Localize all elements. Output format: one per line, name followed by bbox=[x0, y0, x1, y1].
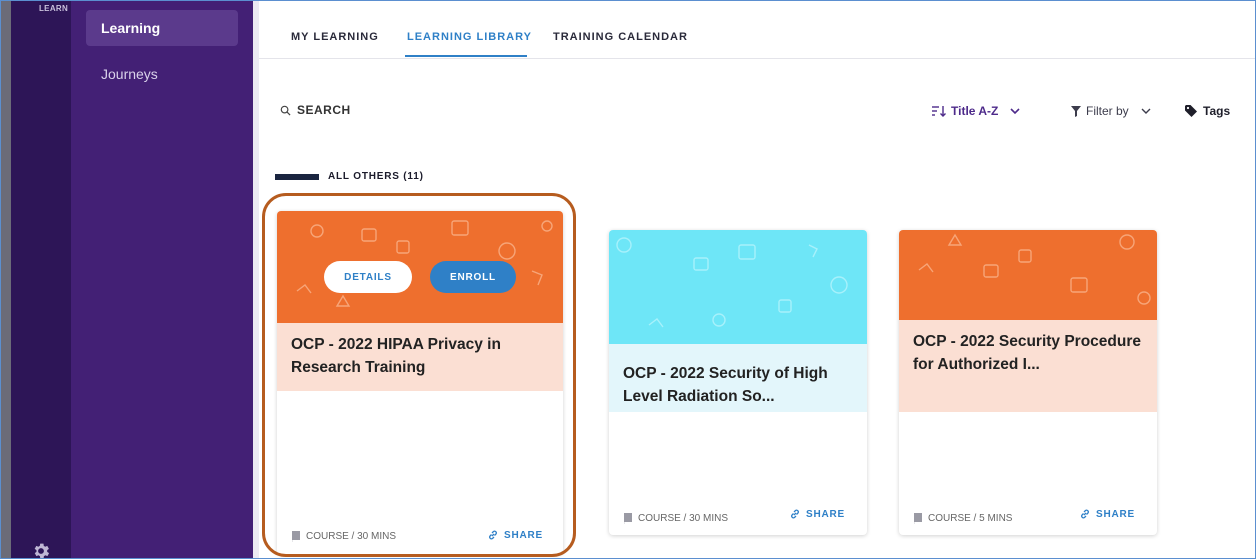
filter-dropdown[interactable]: Filter by bbox=[1071, 104, 1152, 118]
tag-icon bbox=[1185, 105, 1197, 117]
link-icon bbox=[1081, 509, 1089, 519]
section-title: ALL OTHERS (11) bbox=[328, 171, 424, 182]
card-meta-text: COURSE / 30 MINS bbox=[306, 531, 397, 542]
card-banner: DETAILS ENROLL bbox=[277, 211, 563, 323]
search-button[interactable]: SEARCH bbox=[280, 103, 351, 117]
book-icon bbox=[914, 513, 922, 524]
section-marker bbox=[275, 174, 319, 180]
tags-button[interactable]: Tags bbox=[1185, 104, 1230, 118]
app-window: LEARN Learning Journeys MY LEARNING LEAR… bbox=[0, 0, 1256, 559]
sort-dropdown[interactable]: Title A-Z bbox=[932, 104, 1021, 118]
share-label: SHARE bbox=[504, 529, 544, 541]
course-card[interactable]: OCP - 2022 Security of High Level Radiat… bbox=[609, 230, 867, 535]
sidebar-item-learning[interactable]: Learning bbox=[86, 10, 238, 46]
left-edge-strip bbox=[1, 1, 11, 558]
tags-label: Tags bbox=[1203, 104, 1231, 118]
card-banner bbox=[899, 230, 1157, 320]
card-banner bbox=[609, 230, 867, 344]
share-link[interactable]: SHARE bbox=[789, 508, 845, 520]
card-meta: COURSE / 30 MINS bbox=[291, 531, 396, 542]
book-icon bbox=[624, 513, 632, 524]
card-meta-text: COURSE / 30 MINS bbox=[638, 513, 729, 524]
tab-learning-library[interactable]: LEARNING LIBRARY bbox=[407, 31, 532, 43]
share-link[interactable]: SHARE bbox=[487, 529, 543, 541]
link-icon bbox=[791, 509, 799, 519]
sidebar-item-journeys[interactable]: Journeys bbox=[86, 56, 238, 92]
tab-bar: MY LEARNING LEARNING LIBRARY TRAINING CA… bbox=[259, 1, 1255, 59]
sort-icon bbox=[932, 106, 946, 117]
filter-label: Filter by bbox=[1086, 104, 1129, 118]
chevron-down-icon bbox=[1141, 108, 1151, 114]
doodle-pattern bbox=[296, 220, 553, 307]
course-card[interactable]: DETAILS ENROLL OCP - 2022 HIPAA Privacy … bbox=[277, 211, 563, 554]
doodle-pattern bbox=[616, 237, 848, 328]
gear-icon[interactable] bbox=[31, 541, 51, 559]
filter-icon bbox=[1071, 105, 1081, 117]
card-meta: COURSE / 5 MINS bbox=[913, 513, 1012, 524]
share-label: SHARE bbox=[1096, 508, 1136, 520]
logo: LEARN bbox=[39, 4, 69, 13]
active-tab-indicator bbox=[405, 55, 527, 57]
card-title: OCP - 2022 Security of High Level Radiat… bbox=[609, 344, 867, 412]
search-label: SEARCH bbox=[297, 103, 351, 117]
search-icon bbox=[280, 105, 291, 116]
sidebar: Learning Journeys bbox=[71, 1, 253, 558]
doodle-pattern bbox=[918, 233, 1151, 305]
details-button[interactable]: DETAILS bbox=[324, 261, 412, 293]
enroll-button[interactable]: ENROLL bbox=[430, 261, 516, 293]
sort-label: Title A-Z bbox=[951, 104, 999, 118]
link-icon bbox=[489, 530, 497, 540]
course-card[interactable]: OCP - 2022 Security Procedure for Author… bbox=[899, 230, 1157, 535]
card-meta: COURSE / 30 MINS bbox=[623, 513, 728, 524]
share-link[interactable]: SHARE bbox=[1079, 508, 1135, 520]
tab-training-calendar[interactable]: TRAINING CALENDAR bbox=[553, 31, 688, 43]
tab-my-learning[interactable]: MY LEARNING bbox=[291, 31, 379, 43]
card-title: OCP - 2022 HIPAA Privacy in Research Tra… bbox=[277, 323, 563, 391]
share-label: SHARE bbox=[806, 508, 846, 520]
icon-rail: LEARN bbox=[11, 1, 71, 559]
card-title: OCP - 2022 Security Procedure for Author… bbox=[899, 320, 1157, 412]
chevron-down-icon bbox=[1010, 108, 1020, 115]
book-icon bbox=[292, 531, 300, 542]
card-meta-text: COURSE / 5 MINS bbox=[928, 513, 1013, 524]
